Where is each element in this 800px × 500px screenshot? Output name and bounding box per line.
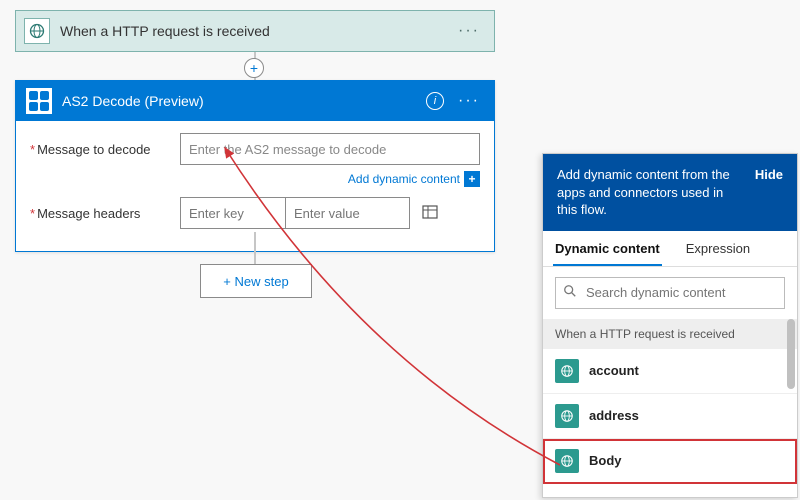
- dynamic-content-item-account[interactable]: account: [543, 349, 797, 394]
- new-step-button[interactable]: + New step: [200, 264, 312, 298]
- list-item-label: account: [589, 363, 639, 378]
- list-item-label: address: [589, 408, 639, 423]
- add-dynamic-content-link[interactable]: Add dynamic content: [348, 172, 460, 186]
- scrollbar-thumb[interactable]: [787, 319, 795, 389]
- grid-icon: [26, 88, 52, 114]
- required-star: *: [30, 142, 35, 157]
- globe-icon: [24, 18, 50, 44]
- list-item-label: Body: [589, 453, 622, 468]
- dynamic-content-heading: Add dynamic content from the apps and co…: [557, 166, 747, 219]
- hide-panel-button[interactable]: Hide: [755, 166, 783, 219]
- required-star: *: [30, 206, 35, 221]
- add-dynamic-content-button[interactable]: +: [464, 171, 480, 187]
- action-menu-button[interactable]: ···: [454, 92, 484, 110]
- trigger-title: When a HTTP request is received: [60, 23, 442, 39]
- message-headers-row: *Message headers: [30, 197, 480, 229]
- connector-line: [254, 232, 256, 264]
- headers-kv-editor: [180, 197, 438, 229]
- search-icon: [563, 284, 577, 301]
- globe-icon: [555, 449, 579, 473]
- dynamic-content-header: Add dynamic content from the apps and co…: [543, 154, 797, 231]
- insert-step-button[interactable]: +: [244, 58, 264, 78]
- dynamic-content-tabs: Dynamic content Expression: [543, 231, 797, 267]
- info-icon[interactable]: i: [426, 92, 444, 110]
- dynamic-content-search-input[interactable]: [555, 277, 785, 309]
- dynamic-content-item-body[interactable]: Body: [543, 439, 797, 484]
- action-name: AS2 Decode: [62, 93, 141, 109]
- trigger-card[interactable]: When a HTTP request is received ···: [15, 10, 495, 52]
- message-to-decode-input[interactable]: [180, 133, 480, 165]
- dynamic-content-list: When a HTTP request is received account …: [543, 319, 797, 497]
- globe-icon: [555, 359, 579, 383]
- message-to-decode-label: *Message to decode: [30, 142, 170, 157]
- switch-to-text-mode-icon[interactable]: [422, 204, 438, 223]
- action-card: AS2 Decode (Preview) i ··· *Message to d…: [15, 80, 495, 252]
- action-title: AS2 Decode (Preview): [62, 93, 416, 109]
- trigger-menu-button[interactable]: ···: [452, 22, 486, 40]
- message-headers-label: *Message headers: [30, 206, 170, 221]
- action-preview-badge: (Preview): [145, 93, 204, 109]
- header-value-input[interactable]: [285, 197, 410, 229]
- scrollbar[interactable]: [787, 319, 795, 497]
- dynamic-content-panel: Add dynamic content from the apps and co…: [542, 153, 798, 498]
- action-header[interactable]: AS2 Decode (Preview) i ···: [16, 81, 494, 121]
- globe-icon: [555, 404, 579, 428]
- tab-dynamic-content[interactable]: Dynamic content: [553, 231, 662, 266]
- dynamic-content-search-wrap: [543, 267, 797, 319]
- header-key-input[interactable]: [180, 197, 285, 229]
- add-dynamic-content-row: Add dynamic content +: [30, 171, 480, 187]
- tab-expression[interactable]: Expression: [684, 231, 752, 266]
- dynamic-content-item-address[interactable]: address: [543, 394, 797, 439]
- message-to-decode-row: *Message to decode: [30, 133, 480, 165]
- dynamic-content-group-title: When a HTTP request is received: [543, 319, 797, 349]
